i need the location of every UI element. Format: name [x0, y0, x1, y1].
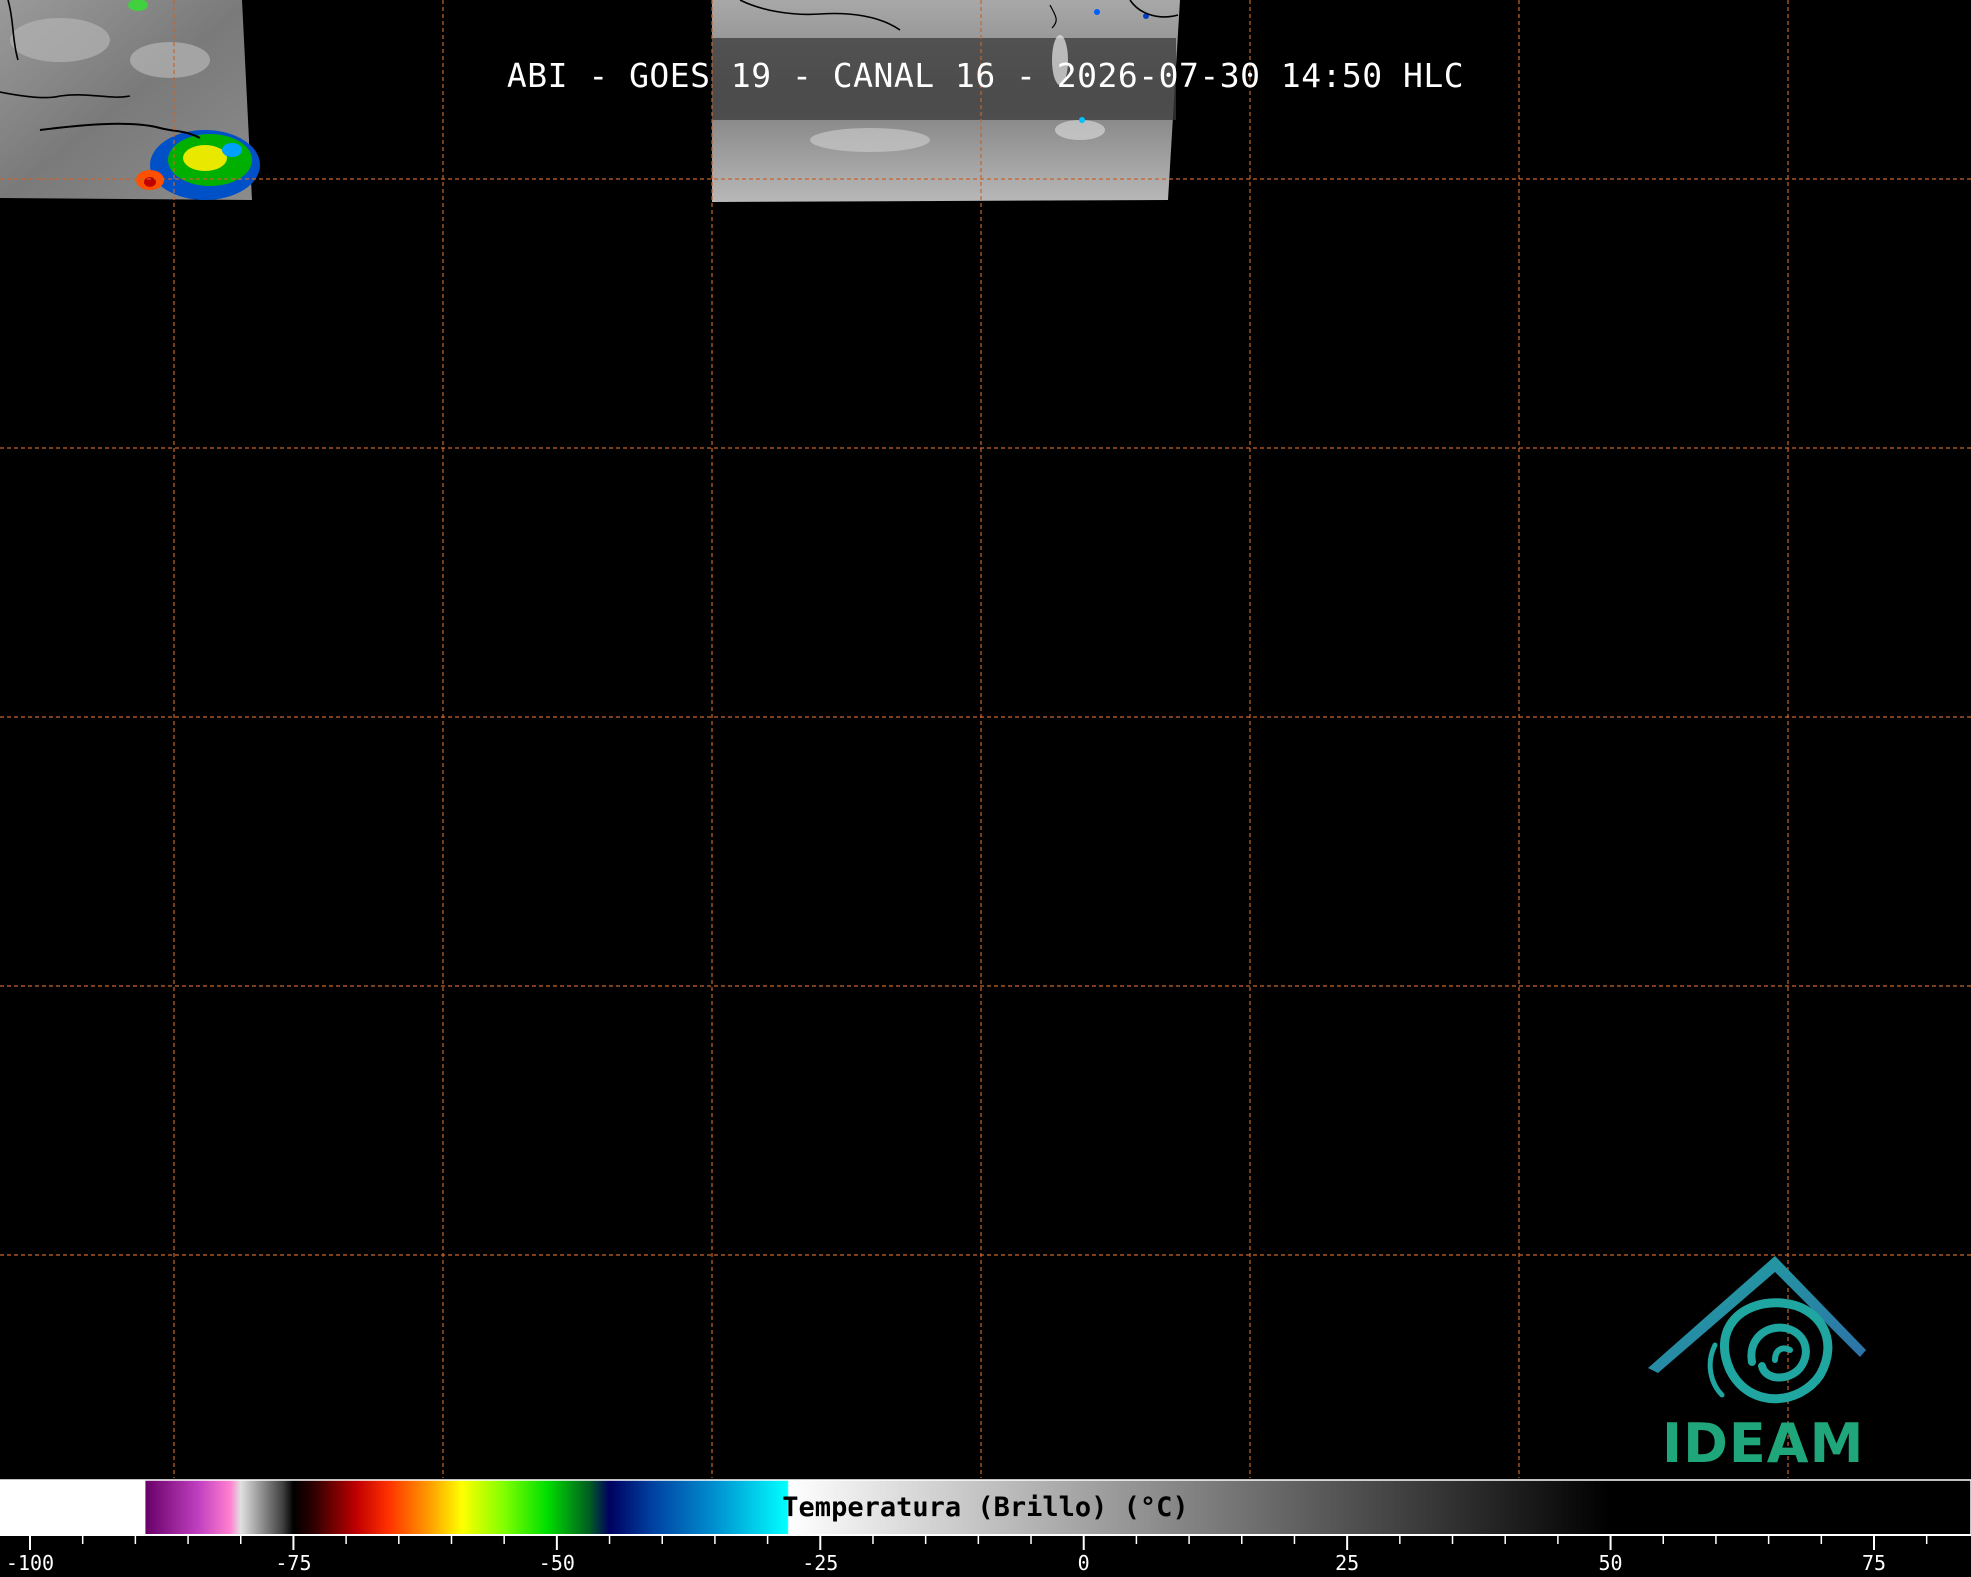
colorbar-tick-label: -75 [275, 1551, 312, 1575]
colorbar-tick-label: 50 [1598, 1551, 1623, 1575]
colorbar-tick-label: 25 [1335, 1551, 1360, 1575]
colorbar-tick-label: -100 [5, 1551, 55, 1575]
colorbar-tick-label: 0 [1077, 1551, 1090, 1575]
colorbar-tick-label: -25 [802, 1551, 839, 1575]
satellite-map: ABI - GOES 19 - CANAL 16 - 2026-07-30 14… [0, 0, 1971, 1577]
colorbar-title: Temperatura (Brillo) (°C) [782, 1492, 1189, 1523]
colorbar [0, 1479, 1971, 1550]
colorbar-tick-label: 75 [1861, 1551, 1887, 1575]
colorbar-tick-label: -50 [538, 1551, 575, 1575]
